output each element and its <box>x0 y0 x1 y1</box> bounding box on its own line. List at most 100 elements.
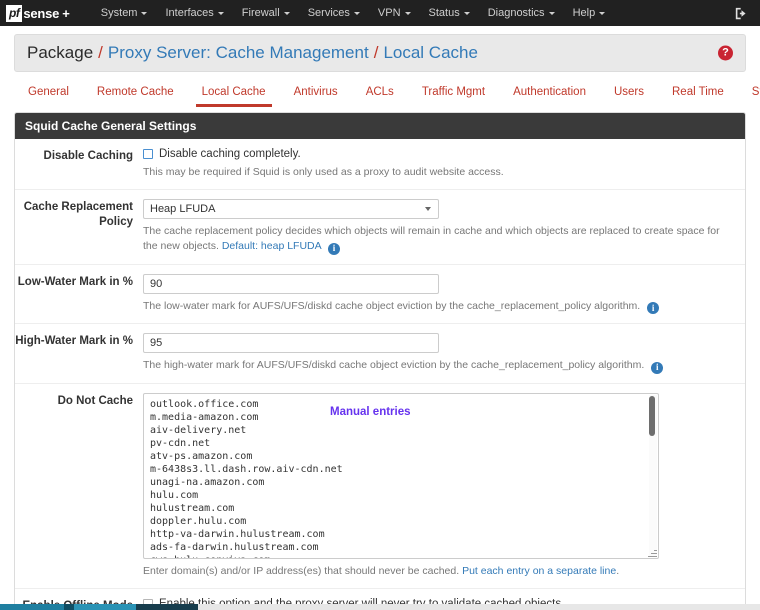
help-lwm-text: The low-water mark for AUFS/UFS/diskd ca… <box>143 299 641 312</box>
brand-plus-text: + <box>62 5 70 21</box>
breadcrumb: Package / Proxy Server: Cache Management… <box>14 34 746 72</box>
nav-menu-services[interactable]: Services <box>299 3 369 23</box>
tab-bar: General Remote Cache Local Cache Antivir… <box>0 72 760 108</box>
help-dnc-link[interactable]: Put each entry on a separate line <box>462 565 616 577</box>
tab-users[interactable]: Users <box>600 86 658 107</box>
cache-replacement-policy-select[interactable]: Heap LFUDA <box>143 199 439 219</box>
control-high-water-mark: 95 The high-water mark for AUFS/UFS/disk… <box>143 333 745 374</box>
chevron-down-icon <box>404 11 411 15</box>
disable-caching-checkbox-label: Disable caching completely. <box>159 148 301 160</box>
field-row-low-water-mark: Low-Water Mark in % 90 The low-water mar… <box>15 265 745 324</box>
field-row-cache-replacement-policy: Cache Replacement Policy Heap LFUDA The … <box>15 190 745 265</box>
nav-menu-services-label: Services <box>307 7 350 19</box>
help-crp-default-value[interactable]: heap LFUDA <box>261 240 321 252</box>
control-disable-caching: Disable caching completely. This may be … <box>143 148 745 180</box>
low-water-mark-input[interactable]: 90 <box>143 273 439 294</box>
nav-menu-help-label: Help <box>572 7 596 19</box>
control-do-not-cache: outlook.office.com m.media-amazon.com ai… <box>143 392 745 579</box>
tab-acls[interactable]: ACLs <box>352 86 408 107</box>
breadcrumb-current-link[interactable]: Local Cache <box>383 43 478 63</box>
high-water-mark-value: 95 <box>150 337 163 349</box>
nav-menu-firewall[interactable]: Firewall <box>233 3 299 23</box>
nav-menu-interfaces-label: Interfaces <box>165 7 214 19</box>
nav-menu-diagnostics-label: Diagnostics <box>487 7 545 19</box>
label-cache-replacement-policy: Cache Replacement Policy <box>23 201 133 228</box>
nav-menu-diagnostics[interactable]: Diagnostics <box>479 3 564 23</box>
breadcrumb-root: Package <box>27 43 94 62</box>
chevron-down-icon <box>548 11 555 15</box>
help-low-water-mark: The low-water mark for AUFS/UFS/diskd ca… <box>143 299 731 314</box>
tab-local-cache[interactable]: Local Cache <box>188 86 280 107</box>
chevron-down-icon <box>283 11 290 15</box>
logout-icon[interactable] <box>735 7 748 20</box>
chevron-down-icon <box>463 11 470 15</box>
low-water-mark-value: 90 <box>150 277 163 290</box>
field-row-high-water-mark: High-Water Mark in % 95 The high-water m… <box>15 324 745 384</box>
taskbar-segment <box>198 604 760 610</box>
breadcrumb-separator: / <box>373 43 379 62</box>
help-disable-caching: This may be required if Squid is only us… <box>143 166 504 178</box>
label-disable-caching: Disable Caching <box>43 150 133 162</box>
nav-menu-vpn[interactable]: VPN <box>369 3 420 23</box>
manual-entries-annotation: Manual entries <box>330 405 411 418</box>
breadcrumb-separator: / <box>98 43 103 62</box>
do-not-cache-value: outlook.office.com m.media-amazon.com ai… <box>150 398 343 558</box>
cache-replacement-policy-value: Heap LFUDA <box>150 203 216 215</box>
breadcrumb-section-link[interactable]: Proxy Server: Cache Management <box>108 43 369 63</box>
taskbar-segment <box>74 604 136 610</box>
brand-sense-text: sense <box>23 5 60 21</box>
tab-real-time[interactable]: Real Time <box>658 86 738 107</box>
help-dnc-main: Enter domain(s) and/or IP address(es) th… <box>143 564 460 577</box>
label-high-water-mark: High-Water Mark in % <box>15 335 133 347</box>
pfsense-logo[interactable]: pf sense + <box>6 4 70 22</box>
label-do-not-cache: Do Not Cache <box>57 394 133 407</box>
help-cache-replacement-policy: The cache replacement policy decides whi… <box>143 224 731 255</box>
nav-menu-status[interactable]: Status <box>420 3 479 23</box>
top-navbar: pf sense + System Interfaces Firewall Serv… <box>0 0 760 26</box>
disable-caching-checkbox-row[interactable]: Disable caching completely. <box>143 148 731 160</box>
taskbar-segment <box>64 604 74 610</box>
label-low-water-mark: Low-Water Mark in % <box>17 275 133 288</box>
taskbar-segment <box>136 604 198 610</box>
chevron-down-icon <box>217 11 224 15</box>
nav-menu-status-label: Status <box>428 7 460 19</box>
textarea-resize-grip[interactable] <box>648 548 657 557</box>
tab-traffic-mgmt[interactable]: Traffic Mgmt <box>408 86 499 107</box>
control-low-water-mark: 90 The low-water mark for AUFS/UFS/diskd… <box>143 273 745 314</box>
high-water-mark-input[interactable]: 95 <box>143 333 439 353</box>
textarea-scrollbar-track[interactable] <box>649 394 657 557</box>
info-icon[interactable]: i <box>647 302 660 314</box>
navbar-right-group <box>735 0 748 26</box>
tab-status[interactable]: Status <box>738 86 760 107</box>
chevron-down-icon <box>599 11 606 15</box>
nav-menu-system[interactable]: System <box>92 3 157 23</box>
help-do-not-cache: Enter domain(s) and/or IP address(es) th… <box>143 564 731 579</box>
tab-antivirus[interactable]: Antivirus <box>280 86 352 107</box>
textarea-scrollbar-thumb[interactable] <box>649 395 655 436</box>
help-high-water-mark: The high-water mark for AUFS/UFS/diskd c… <box>143 358 731 374</box>
tab-remote-cache[interactable]: Remote Cache <box>83 86 188 107</box>
chevron-down-icon <box>353 11 360 15</box>
info-icon[interactable]: i <box>327 242 340 255</box>
tab-general[interactable]: General <box>14 86 83 107</box>
breadcrumb-text: Package / Proxy Server: Cache Management… <box>27 43 478 63</box>
chevron-down-icon <box>425 207 431 211</box>
nav-menu-system-label: System <box>100 7 138 19</box>
disable-caching-checkbox[interactable] <box>143 149 153 159</box>
help-icon[interactable]: ? <box>718 45 733 61</box>
nav-menu-firewall-label: Firewall <box>241 7 280 19</box>
chevron-down-icon <box>141 11 148 15</box>
do-not-cache-textarea[interactable]: outlook.office.com m.media-amazon.com ai… <box>143 392 659 559</box>
brand-pf-mark: pf <box>6 4 23 22</box>
info-icon[interactable]: i <box>651 361 664 374</box>
nav-menu-help[interactable]: Help <box>564 3 615 23</box>
field-row-do-not-cache: Do Not Cache outlook.office.com m.media-… <box>15 384 745 589</box>
field-row-disable-caching: Disable Caching Disable caching complete… <box>15 139 745 190</box>
nav-menu-vpn-label: VPN <box>377 7 401 19</box>
nav-menu-interfaces[interactable]: Interfaces <box>156 3 232 23</box>
os-taskbar-sliver <box>0 604 760 610</box>
tab-authentication[interactable]: Authentication <box>499 86 600 107</box>
help-crp-default-label[interactable]: Default: <box>222 240 258 252</box>
control-cache-replacement-policy: Heap LFUDA The cache replacement policy … <box>143 199 745 255</box>
squid-cache-settings-panel: Squid Cache General Settings Disable Cac… <box>14 112 746 610</box>
